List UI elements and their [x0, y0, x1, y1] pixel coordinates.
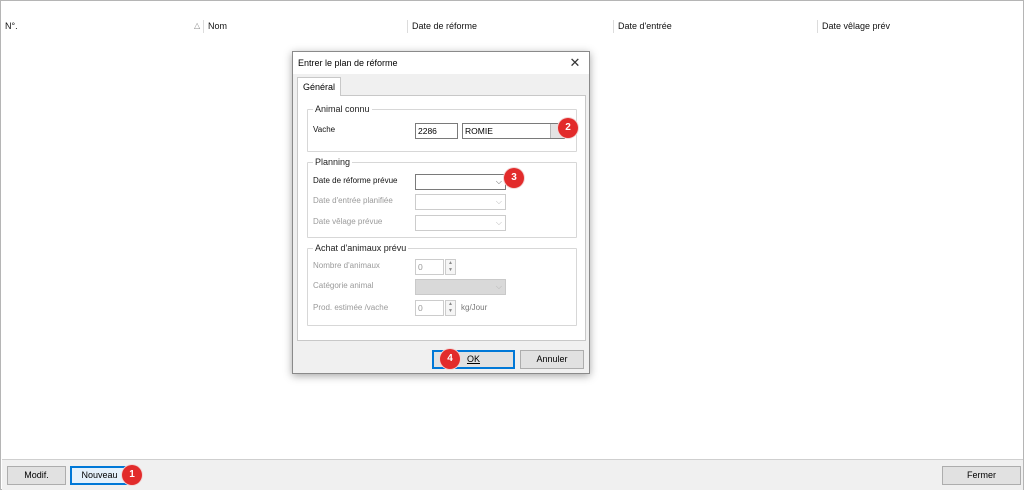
fermer-button[interactable]: Fermer [942, 466, 1021, 485]
spin-up-icon[interactable]: ▲ [446, 301, 455, 308]
vache-label: Vache [313, 125, 336, 134]
fermer-button-label: Fermer [967, 470, 996, 480]
close-icon[interactable]: ✕ [567, 55, 583, 71]
date-reforme-combo[interactable]: ⌵ [415, 174, 506, 190]
tab-general[interactable]: Général [297, 77, 341, 96]
column-separator [613, 20, 614, 33]
categorie-animal-combo[interactable]: ⌵ [415, 279, 506, 295]
prod-unit-label: kg/Jour [461, 303, 488, 312]
chevron-down-icon: ⌵ [495, 197, 502, 206]
nouveau-button[interactable]: Nouveau [70, 466, 129, 485]
chevron-down-icon: ⌵ [495, 282, 502, 291]
sort-ascending-icon: △ [194, 21, 201, 30]
dialog-titlebar: Entrer le plan de réforme ✕ [293, 52, 589, 74]
list-header: N°. △ Nom Date de réforme Date d'entrée … [2, 16, 1023, 36]
column-separator [817, 20, 818, 33]
date-entree-label: Date d'entrée planifiée [313, 196, 393, 205]
column-label: N°. [5, 21, 18, 31]
date-entree-combo[interactable]: ⌵ [415, 194, 506, 210]
column-label: Date d'entrée [618, 21, 672, 31]
nombre-animaux-value: 0 [418, 262, 423, 272]
animal-connu-legend: Animal connu [313, 103, 372, 115]
date-velage-label: Date vêlage prévue [313, 217, 383, 226]
spin-down-icon[interactable]: ▼ [446, 308, 455, 315]
reform-plan-dialog: Entrer le plan de réforme ✕ Général Anim… [292, 51, 590, 374]
achat-group: Achat d'animaux prévu Nombre d'animaux 0… [307, 242, 577, 326]
date-reforme-label: Date de réforme prévue [313, 176, 398, 185]
column-label: Date de réforme [412, 21, 478, 31]
bottom-button-bar: Modif. Nouveau Fermer [2, 459, 1023, 490]
ok-button-label: OK [466, 354, 480, 364]
step-marker-2: 2 [558, 118, 578, 138]
annuler-button[interactable]: Annuler [520, 350, 584, 369]
modif-button-label: Modif. [24, 470, 49, 480]
column-separator [203, 20, 204, 33]
dialog-title: Entrer le plan de réforme [298, 58, 398, 68]
vache-name-combo[interactable]: ROMIE [462, 123, 565, 139]
animal-connu-group: Animal connu Vache 2286 ROMIE [307, 103, 577, 152]
step-marker-1: 1 [122, 465, 142, 485]
column-separator [407, 20, 408, 33]
annuler-button-label: Annuler [536, 354, 568, 364]
nombre-animaux-input[interactable]: 0 [415, 259, 444, 275]
column-header-date-reforme[interactable]: Date de réforme [409, 16, 609, 36]
column-label: Nom [208, 21, 228, 31]
nouveau-button-label: Nouveau [81, 470, 118, 480]
column-header-nom[interactable]: Nom [205, 16, 405, 36]
vache-number-value: 2286 [418, 126, 437, 136]
achat-legend: Achat d'animaux prévu [313, 242, 409, 254]
prod-estimee-spinner[interactable]: ▲ ▼ [445, 300, 456, 316]
chevron-down-icon: ⌵ [495, 218, 502, 227]
spin-down-icon[interactable]: ▼ [446, 267, 455, 274]
nombre-animaux-label: Nombre d'animaux [313, 261, 380, 270]
date-velage-combo[interactable]: ⌵ [415, 215, 506, 231]
chevron-down-icon: ⌵ [495, 177, 502, 186]
column-label: Date vêlage prév [822, 21, 891, 31]
column-header-number[interactable]: N°. [2, 16, 202, 36]
planning-group: Planning Date de réforme prévue ⌵ Date d… [307, 156, 577, 238]
prod-estimee-input[interactable]: 0 [415, 300, 444, 316]
prod-estimee-label: Prod. estimée /vache [313, 303, 389, 312]
modif-button[interactable]: Modif. [7, 466, 66, 485]
column-header-date-entree[interactable]: Date d'entrée [615, 16, 815, 36]
vache-number-input[interactable]: 2286 [415, 123, 458, 139]
vache-name-value: ROMIE [465, 126, 493, 136]
spin-up-icon[interactable]: ▲ [446, 260, 455, 267]
column-header-date-velage[interactable]: Date vêlage prév [819, 16, 1019, 36]
planning-legend: Planning [313, 156, 353, 168]
nombre-animaux-spinner[interactable]: ▲ ▼ [445, 259, 456, 275]
step-marker-4: 4 [440, 349, 460, 369]
tab-general-label: Général [302, 82, 336, 92]
tab-panel-general: Animal connu Vache 2286 ROMIE Planning D… [297, 95, 586, 341]
categorie-animal-label: Catégorie animal [313, 281, 374, 290]
prod-estimee-value: 0 [418, 303, 423, 313]
step-marker-3: 3 [504, 168, 524, 188]
